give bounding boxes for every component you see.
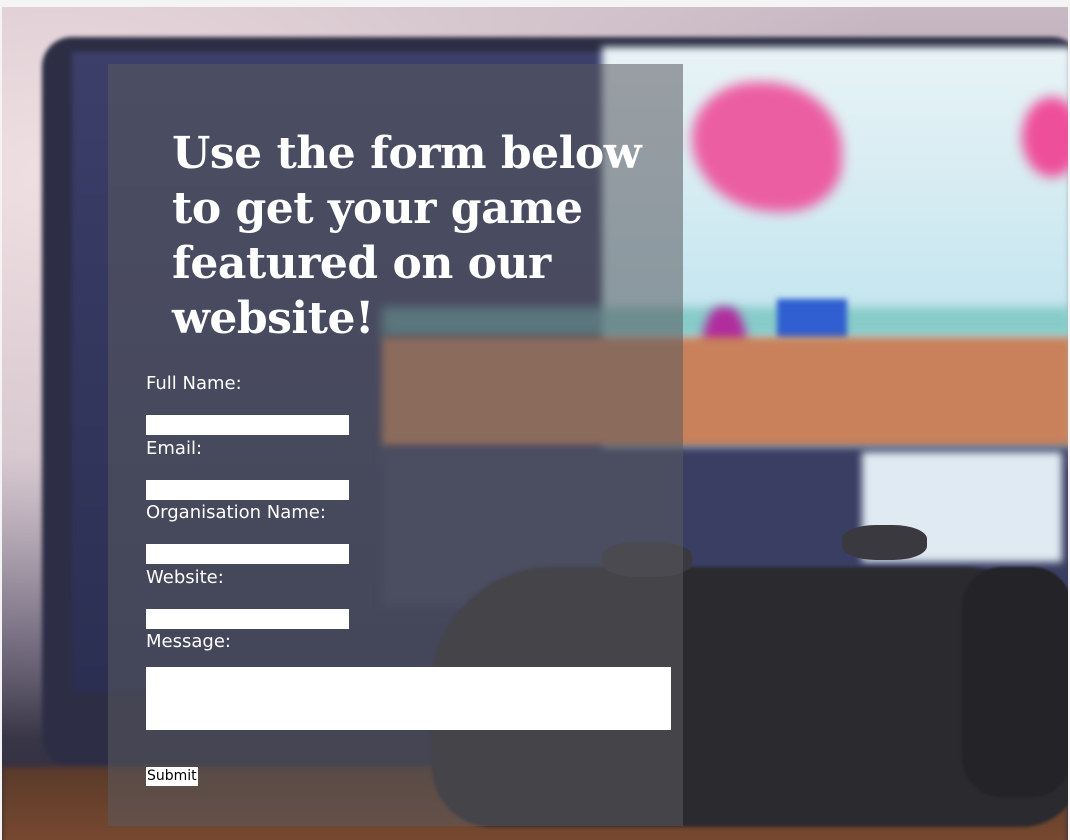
message-group: Message: [146,630,676,730]
full-name-input[interactable] [146,415,349,435]
controller-right-stick [842,525,927,560]
contact-page: Use the form below to get your game feat… [0,0,1070,840]
message-textarea[interactable] [146,667,671,730]
submit-button[interactable]: Submit [146,767,198,786]
website-group: Website: [146,566,676,631]
website-label: Website: [146,566,224,588]
full-name-group: Full Name: [146,372,676,437]
page-heading: Use the form below to get your game feat… [172,128,642,344]
feature-game-form: Full Name: Email: Organisation Name: Web… [146,372,676,730]
game-blue-block [777,299,847,339]
organisation-name-label: Organisation Name: [146,502,326,523]
website-input[interactable] [146,608,349,629]
message-label: Message: [146,631,231,652]
organisation-name-group: Organisation Name: [146,501,676,566]
email-label: Email: [146,437,203,459]
full-name-label: Full Name: [146,373,242,394]
email-input[interactable] [146,479,349,500]
organisation-name-input[interactable] [146,544,349,564]
controller-grip [962,567,1068,797]
email-group: Email: [146,437,676,502]
